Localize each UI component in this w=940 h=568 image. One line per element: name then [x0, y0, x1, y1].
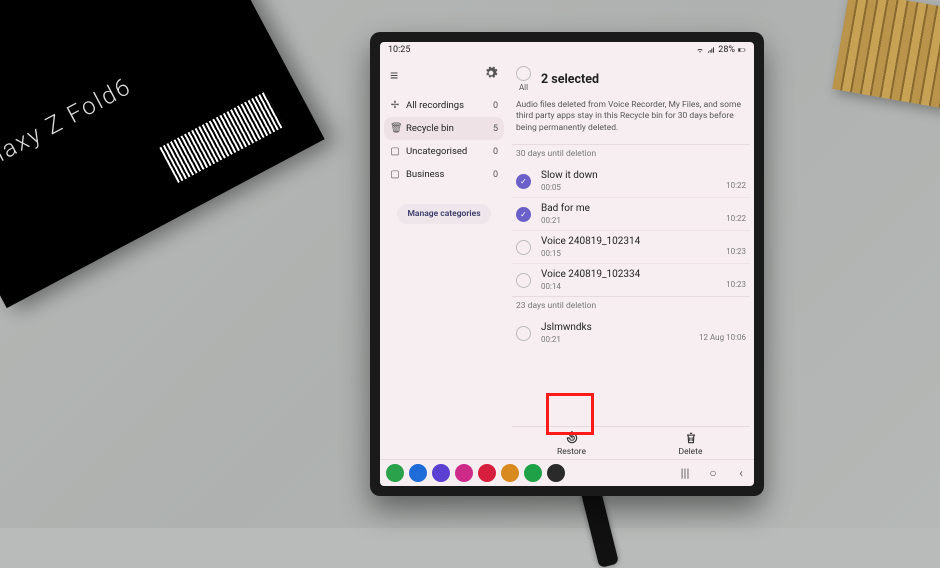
dock-app[interactable]	[547, 464, 565, 482]
list-item[interactable]: Voice 240819_102334 00:14 10:23	[512, 263, 750, 296]
delete-label: Delete	[679, 447, 703, 457]
dock-app[interactable]	[455, 464, 473, 482]
item-duration: 00:05	[541, 183, 598, 192]
status-time: 10:25	[388, 45, 410, 55]
item-checkbox[interactable]: ✓	[516, 207, 531, 222]
dock-app[interactable]	[409, 464, 427, 482]
item-time: 10:22	[726, 181, 746, 192]
dock-app[interactable]	[386, 464, 404, 482]
list-item[interactable]: Voice 240819_102314 00:15 10:23	[512, 230, 750, 263]
trash-icon	[684, 431, 698, 445]
action-bar: Restore Delete	[512, 426, 750, 459]
sidebar-item-label: Business	[406, 169, 444, 180]
status-bar: 10:25 28%	[380, 42, 754, 58]
battery-icon	[738, 46, 746, 54]
list-item[interactable]: ✓ Bad for me 00:21 10:22	[512, 197, 750, 230]
item-checkbox[interactable]	[516, 326, 531, 341]
select-all-label: All	[519, 83, 528, 92]
sidebar-item-all-recordings[interactable]: ✢ All recordings 0	[384, 94, 504, 117]
item-time: 10:23	[726, 280, 746, 291]
folder-icon: ▢	[390, 146, 400, 157]
settings-icon[interactable]	[484, 66, 498, 84]
nav-back[interactable]: ‹	[734, 466, 748, 480]
dock-app[interactable]	[501, 464, 519, 482]
screen: 10:25 28% ≡ ✢ All recordings	[380, 42, 754, 486]
item-duration: 00:21	[541, 216, 590, 225]
sidebar-item-label: Recycle bin	[406, 123, 454, 134]
item-time: 12 Aug 10:06	[699, 333, 746, 344]
item-duration: 00:14	[541, 282, 640, 291]
select-all-checkbox[interactable]	[516, 66, 531, 81]
wifi-icon	[696, 46, 704, 54]
sidebar-item-count: 0	[493, 101, 498, 111]
device-frame: 10:25 28% ≡ ✢ All recordings	[370, 32, 764, 496]
sidebar-item-label: All recordings	[406, 100, 464, 111]
list-item[interactable]: Jslmwndks 00:21 12 Aug 10:06	[512, 317, 750, 349]
sidebar-item-count: 0	[493, 170, 498, 180]
signal-icon	[707, 46, 715, 54]
sidebar-item-recycle-bin[interactable]: 🗑 Recycle bin 5	[384, 117, 504, 140]
item-checkbox[interactable]	[516, 273, 531, 288]
item-name: Bad for me	[541, 203, 590, 214]
item-name: Voice 240819_102314	[541, 236, 640, 247]
group-header-23: 23 days until deletion	[512, 296, 750, 317]
list-item[interactable]: ✓ Slow it down 00:05 10:22	[512, 165, 750, 197]
item-time: 10:23	[726, 247, 746, 258]
dock-app[interactable]	[432, 464, 450, 482]
item-time: 10:22	[726, 214, 746, 225]
group-header-30: 30 days until deletion	[512, 144, 750, 165]
nav-recents[interactable]: |||	[678, 466, 692, 480]
restore-label: Restore	[557, 447, 586, 457]
sidebar-item-uncategorised[interactable]: ▢ Uncategorised 0	[384, 140, 504, 163]
shuffle-icon: ✢	[390, 100, 400, 111]
dock-app[interactable]	[478, 464, 496, 482]
sidebar: ≡ ✢ All recordings 0 🗑 Recycle bin 5 ▢	[380, 58, 508, 459]
item-duration: 00:15	[541, 249, 640, 258]
sidebar-item-business[interactable]: ▢ Business 0	[384, 163, 504, 186]
item-checkbox[interactable]: ✓	[516, 174, 531, 189]
item-name: Slow it down	[541, 170, 598, 181]
item-checkbox[interactable]	[516, 240, 531, 255]
item-duration: 00:21	[541, 335, 592, 344]
sidebar-item-count: 0	[493, 147, 498, 157]
restore-icon	[565, 431, 579, 445]
sidebar-item-count: 5	[493, 124, 498, 134]
folder-icon: ▢	[390, 169, 400, 180]
dock-app[interactable]	[524, 464, 542, 482]
trash-icon: 🗑	[390, 123, 400, 134]
item-name: Jslmwndks	[541, 322, 592, 333]
selection-count: 2 selected	[541, 72, 599, 87]
manage-categories-button[interactable]: Manage categories	[397, 204, 490, 224]
menu-icon[interactable]: ≡	[390, 67, 398, 84]
taskbar: ||| ○ ‹	[380, 459, 754, 486]
nav-home[interactable]: ○	[706, 466, 720, 480]
barcode	[159, 91, 284, 183]
delete-button[interactable]: Delete	[631, 431, 750, 457]
product-box-label: Galaxy Z Fold6	[0, 72, 136, 183]
restore-button[interactable]: Restore	[512, 431, 631, 457]
sidebar-item-label: Uncategorised	[406, 146, 467, 157]
item-name: Voice 240819_102334	[541, 269, 640, 280]
recycle-info-text: Audio files deleted from Voice Recorder,…	[512, 100, 750, 144]
status-battery: 28%	[718, 45, 735, 55]
content-pane: All 2 selected Audio files deleted from …	[508, 58, 754, 459]
